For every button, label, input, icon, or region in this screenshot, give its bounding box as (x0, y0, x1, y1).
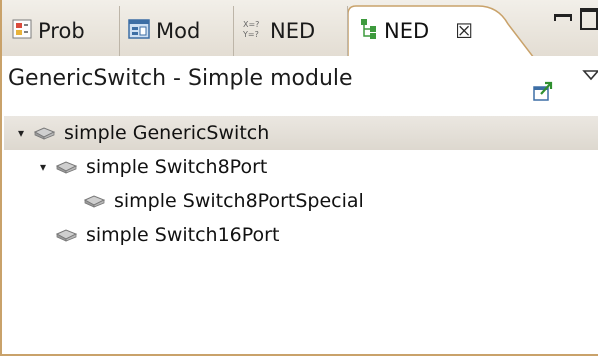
tree-item-switch16port[interactable]: simple Switch16Port (4, 218, 598, 252)
view-content: GenericSwitch - Simple module ▾ simple G… (4, 56, 598, 354)
tree-item-switch8port[interactable]: ▾ simple Switch8Port (4, 150, 598, 184)
simple-module-icon (33, 127, 56, 140)
expanded-arrow-icon[interactable]: ▾ (14, 126, 28, 140)
maximize-icon[interactable] (580, 8, 598, 30)
tab-problems-label: Prob (38, 19, 85, 43)
view-menu-icon[interactable] (582, 68, 598, 82)
tab-module-label: Mod (156, 19, 201, 43)
tab-ned-parameters-label: NED (270, 19, 316, 43)
type-hierarchy-icon (360, 18, 378, 45)
tree-item-label: simple Switch8PortSpecial (114, 190, 364, 212)
close-icon[interactable]: ☒ (455, 19, 473, 43)
minimize-icon[interactable] (554, 14, 572, 21)
tree-item-label: simple Switch8Port (86, 156, 268, 178)
tree-item-label: simple Switch16Port (86, 224, 280, 246)
open-in-editor-icon[interactable] (532, 80, 554, 102)
view-window-controls (554, 8, 598, 30)
module-icon (128, 18, 150, 44)
tree-item-genericswitch[interactable]: ▾ simple GenericSwitch (4, 116, 598, 150)
expanded-arrow-icon[interactable]: ▾ (36, 160, 50, 174)
tab-module[interactable]: Mod (122, 6, 234, 56)
ned-parameters-icon: X=? Y=? (242, 18, 264, 45)
tab-ned-inheritance[interactable]: NED ☒ (360, 6, 520, 56)
simple-module-icon (83, 195, 106, 208)
simple-module-icon (55, 161, 78, 174)
simple-module-icon (55, 229, 78, 242)
view-tab-bar: Prob Mod X=? Y=? NED NED ☒ (2, 0, 598, 56)
tab-ned-parameters[interactable]: X=? Y=? NED (238, 6, 348, 56)
tab-problems[interactable]: Prob (8, 6, 120, 56)
view-title-row: GenericSwitch - Simple module (4, 56, 598, 108)
tab-ned-inheritance-label: NED (384, 19, 430, 43)
svg-text:X=?: X=? (243, 20, 259, 29)
tree-item-switch8portspecial[interactable]: simple Switch8PortSpecial (4, 184, 598, 218)
svg-text:Y=?: Y=? (242, 30, 259, 39)
problems-icon (12, 19, 32, 44)
ned-inheritance-view: Prob Mod X=? Y=? NED NED ☒ GenericSwitch… (0, 0, 598, 356)
page-title: GenericSwitch - Simple module (8, 66, 353, 91)
tree-item-label: simple GenericSwitch (64, 122, 270, 144)
